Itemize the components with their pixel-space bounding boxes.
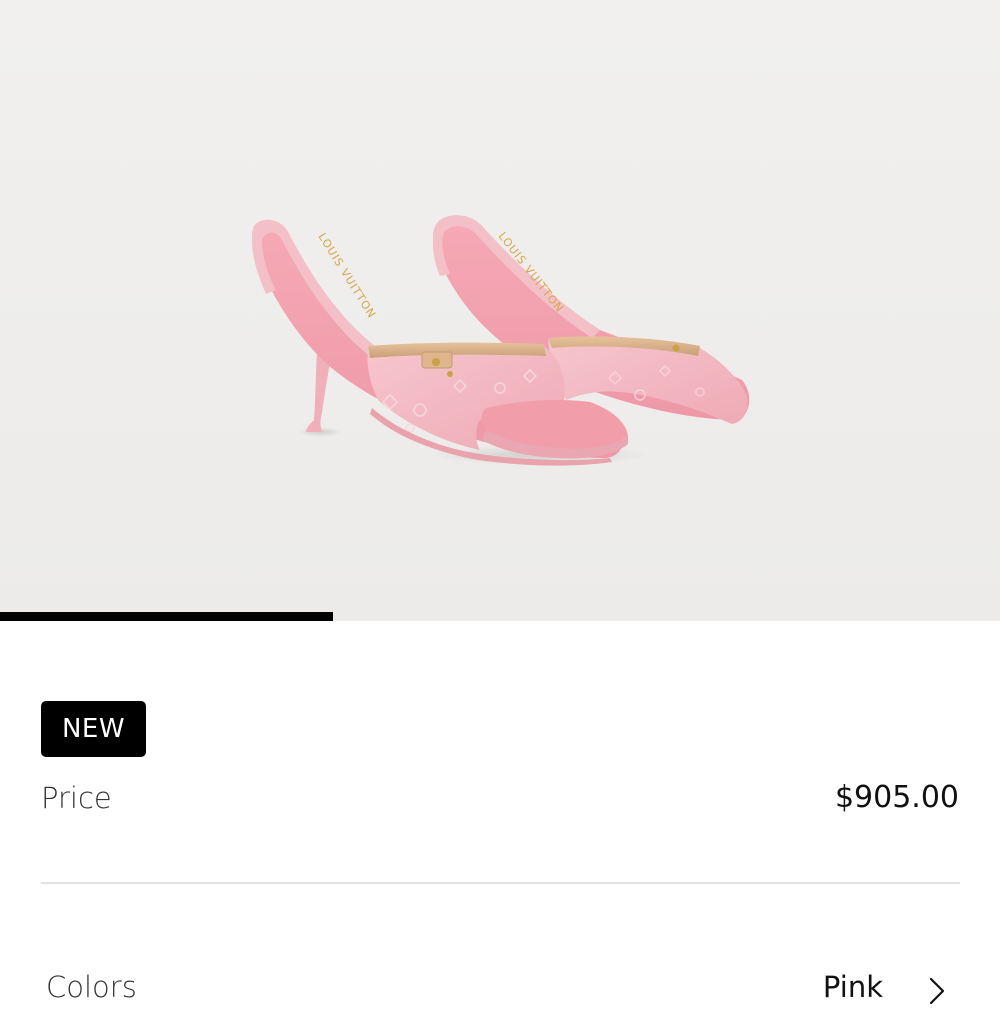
gallery-progress-track: [0, 612, 1000, 621]
gallery-progress-bar: [0, 612, 333, 621]
product-image[interactable]: LOUIS VUITTON LOUIS VUITTON: [0, 0, 1000, 621]
selected-color: Pink: [822, 970, 883, 1004]
chevron-right-icon: [929, 977, 945, 1005]
colors-selector[interactable]: Colors Pink: [0, 960, 1000, 1020]
product-image-gallery[interactable]: LOUIS VUITTON LOUIS VUITTON: [0, 0, 1000, 621]
divider: [41, 882, 960, 884]
colors-label: Colors: [46, 970, 137, 1004]
price-label: Price: [41, 781, 112, 815]
new-badge: NEW: [41, 701, 146, 757]
price-value: $905.00: [834, 780, 959, 815]
